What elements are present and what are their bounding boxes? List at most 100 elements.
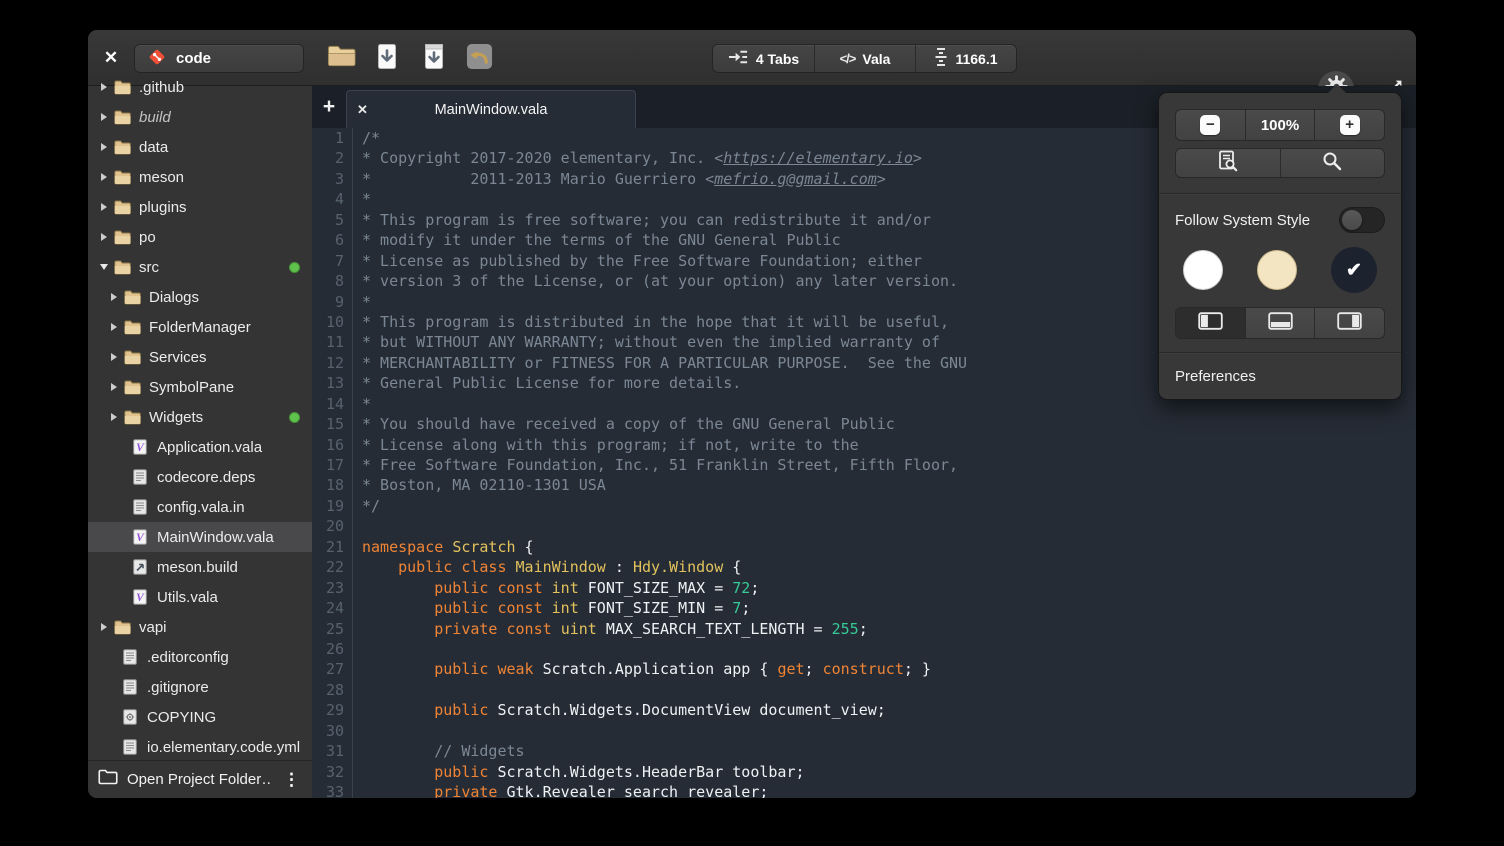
tab-close-icon[interactable]: ✕: [357, 102, 377, 118]
popover-separator: [1159, 193, 1401, 194]
tree-item-mainwindow-vala[interactable]: VMainWindow.vala: [88, 522, 312, 552]
chevron-right-icon[interactable]: [106, 383, 122, 391]
line-number: 29: [312, 700, 353, 720]
preferences-menu-item[interactable]: Preferences: [1159, 361, 1401, 391]
find-button[interactable]: [1280, 149, 1385, 177]
layout-sidebar-left-button[interactable]: [1176, 308, 1245, 338]
tree-item-foldermanager[interactable]: FolderManager: [88, 312, 312, 342]
tree-item-dialogs[interactable]: Dialogs: [88, 282, 312, 312]
code-line[interactable]: 23 public const int FONT_SIZE_MAX = 72;: [312, 578, 1416, 598]
chevron-down-icon[interactable]: [96, 264, 112, 270]
layout-panel-bottom-icon: [1268, 312, 1293, 334]
code-line[interactable]: 24 public const int FONT_SIZE_MIN = 7;: [312, 598, 1416, 618]
code-line[interactable]: 32 public Scratch.Widgets.HeaderBar tool…: [312, 762, 1416, 782]
code-line[interactable]: 29 public Scratch.Widgets.DocumentView d…: [312, 700, 1416, 720]
line-number: 21: [312, 537, 353, 557]
code-line[interactable]: 16* License along with this program; if …: [312, 435, 1416, 455]
line-number: 14: [312, 394, 353, 414]
tab-title: MainWindow.vala: [377, 102, 605, 118]
tree-item-copying[interactable]: COPYING: [88, 702, 312, 732]
line-position-button[interactable]: 1166.1: [915, 45, 1016, 72]
tree-item-plugins[interactable]: plugins: [88, 192, 312, 222]
follow-system-style-toggle[interactable]: [1339, 207, 1385, 233]
tree-item--gitignore[interactable]: .gitignore: [88, 672, 312, 702]
tree-item-data[interactable]: data: [88, 132, 312, 162]
sidebar-menu-button[interactable]: ⋮: [281, 771, 302, 788]
code-line[interactable]: 20: [312, 516, 1416, 536]
code-line[interactable]: 18* Boston, MA 02110-1301 USA: [312, 475, 1416, 495]
tabs-overview-button[interactable]: 4 Tabs: [713, 45, 814, 72]
code-line[interactable]: 28: [312, 680, 1416, 700]
zoom-level[interactable]: 100%: [1245, 110, 1315, 140]
modified-badge: [289, 262, 300, 273]
tree-item-meson-build[interactable]: meson.build: [88, 552, 312, 582]
chevron-right-icon[interactable]: [96, 173, 112, 181]
zoom-out-button[interactable]: −: [1176, 110, 1245, 140]
tree-item-label: plugins: [139, 199, 187, 216]
open-file-button[interactable]: [326, 44, 356, 73]
tree-item-config-vala-in[interactable]: config.vala.in: [88, 492, 312, 522]
find-in-project-button[interactable]: [1176, 149, 1280, 177]
folder-outline-icon: [98, 769, 118, 790]
code-line[interactable]: 27 public weak Scratch.Application app {…: [312, 659, 1416, 679]
style-light-button[interactable]: [1183, 250, 1223, 290]
code-line[interactable]: 26: [312, 639, 1416, 659]
chevron-right-icon[interactable]: [106, 323, 122, 331]
tree-item-utils-vala[interactable]: VUtils.vala: [88, 582, 312, 612]
tree-item--editorconfig[interactable]: .editorconfig: [88, 642, 312, 672]
style-sepia-button[interactable]: [1257, 250, 1297, 290]
chevron-right-icon[interactable]: [96, 233, 112, 241]
tree-item-src[interactable]: src: [88, 252, 312, 282]
tree-item-io-elementary-code-yml[interactable]: io.elementary.code.yml: [88, 732, 312, 760]
open-project-folder-button[interactable]: Open Project Folder… ⋮: [88, 760, 312, 798]
undo-button[interactable]: [464, 44, 494, 73]
chevron-right-icon[interactable]: [96, 203, 112, 211]
tree-item-label: SymbolPane: [149, 379, 234, 396]
style-dark-button[interactable]: ✔: [1331, 247, 1377, 293]
code-line[interactable]: 33 private Gtk.Revealer search_revealer;: [312, 782, 1416, 798]
tree-item-vapi[interactable]: vapi: [88, 612, 312, 642]
chevron-right-icon[interactable]: [106, 353, 122, 361]
layout-panel-bottom-button[interactable]: [1245, 308, 1315, 338]
chevron-right-icon[interactable]: [96, 623, 112, 631]
tree-item-application-vala[interactable]: VApplication.vala: [88, 432, 312, 462]
code-line[interactable]: 19*/: [312, 496, 1416, 516]
code-line[interactable]: 25 private const uint MAX_SEARCH_TEXT_LE…: [312, 619, 1416, 639]
line-number: 22: [312, 557, 353, 577]
chevron-right-icon[interactable]: [96, 83, 112, 91]
tree-item-build[interactable]: build: [88, 102, 312, 132]
tree-item-widgets[interactable]: Widgets: [88, 402, 312, 432]
code-line[interactable]: 30: [312, 721, 1416, 741]
tree-item-po[interactable]: po: [88, 222, 312, 252]
chevron-right-icon[interactable]: [96, 113, 112, 121]
chevron-right-icon[interactable]: [96, 143, 112, 151]
language-button[interactable]: </> Vala: [814, 45, 915, 72]
license-icon: [120, 709, 140, 725]
zoom-in-button[interactable]: +: [1314, 110, 1384, 140]
code-line[interactable]: 21namespace Scratch {: [312, 537, 1416, 557]
chevron-right-icon[interactable]: [106, 413, 122, 421]
tree-item-label: src: [139, 259, 159, 276]
line-number: 8: [312, 271, 353, 291]
window-close-button[interactable]: ✕: [100, 47, 122, 69]
save-button[interactable]: [372, 44, 402, 73]
save-as-button[interactable]: [419, 44, 449, 73]
line-number: 12: [312, 353, 353, 373]
layout-sidebar-right-button[interactable]: [1314, 308, 1384, 338]
tree-item-services[interactable]: Services: [88, 342, 312, 372]
tab-mainwindow-vala[interactable]: ✕ MainWindow.vala: [346, 90, 636, 128]
line-content: // Widgets: [353, 741, 525, 761]
plus-icon: +: [1340, 115, 1360, 135]
chevron-right-icon[interactable]: [106, 293, 122, 301]
code-line[interactable]: 22 public class MainWindow : Hdy.Window …: [312, 557, 1416, 577]
new-tab-button[interactable]: +: [312, 88, 346, 126]
code-line[interactable]: 31 // Widgets: [312, 741, 1416, 761]
tree-item-symbolpane[interactable]: SymbolPane: [88, 372, 312, 402]
folder-icon: [112, 200, 132, 215]
tree-item--github[interactable]: .github: [88, 72, 312, 102]
code-line[interactable]: 17* Free Software Foundation, Inc., 51 F…: [312, 455, 1416, 475]
project-button[interactable]: code: [134, 44, 304, 73]
tree-item-meson[interactable]: meson: [88, 162, 312, 192]
code-line[interactable]: 15* You should have received a copy of t…: [312, 414, 1416, 434]
tree-item-codecore-deps[interactable]: codecore.deps: [88, 462, 312, 492]
